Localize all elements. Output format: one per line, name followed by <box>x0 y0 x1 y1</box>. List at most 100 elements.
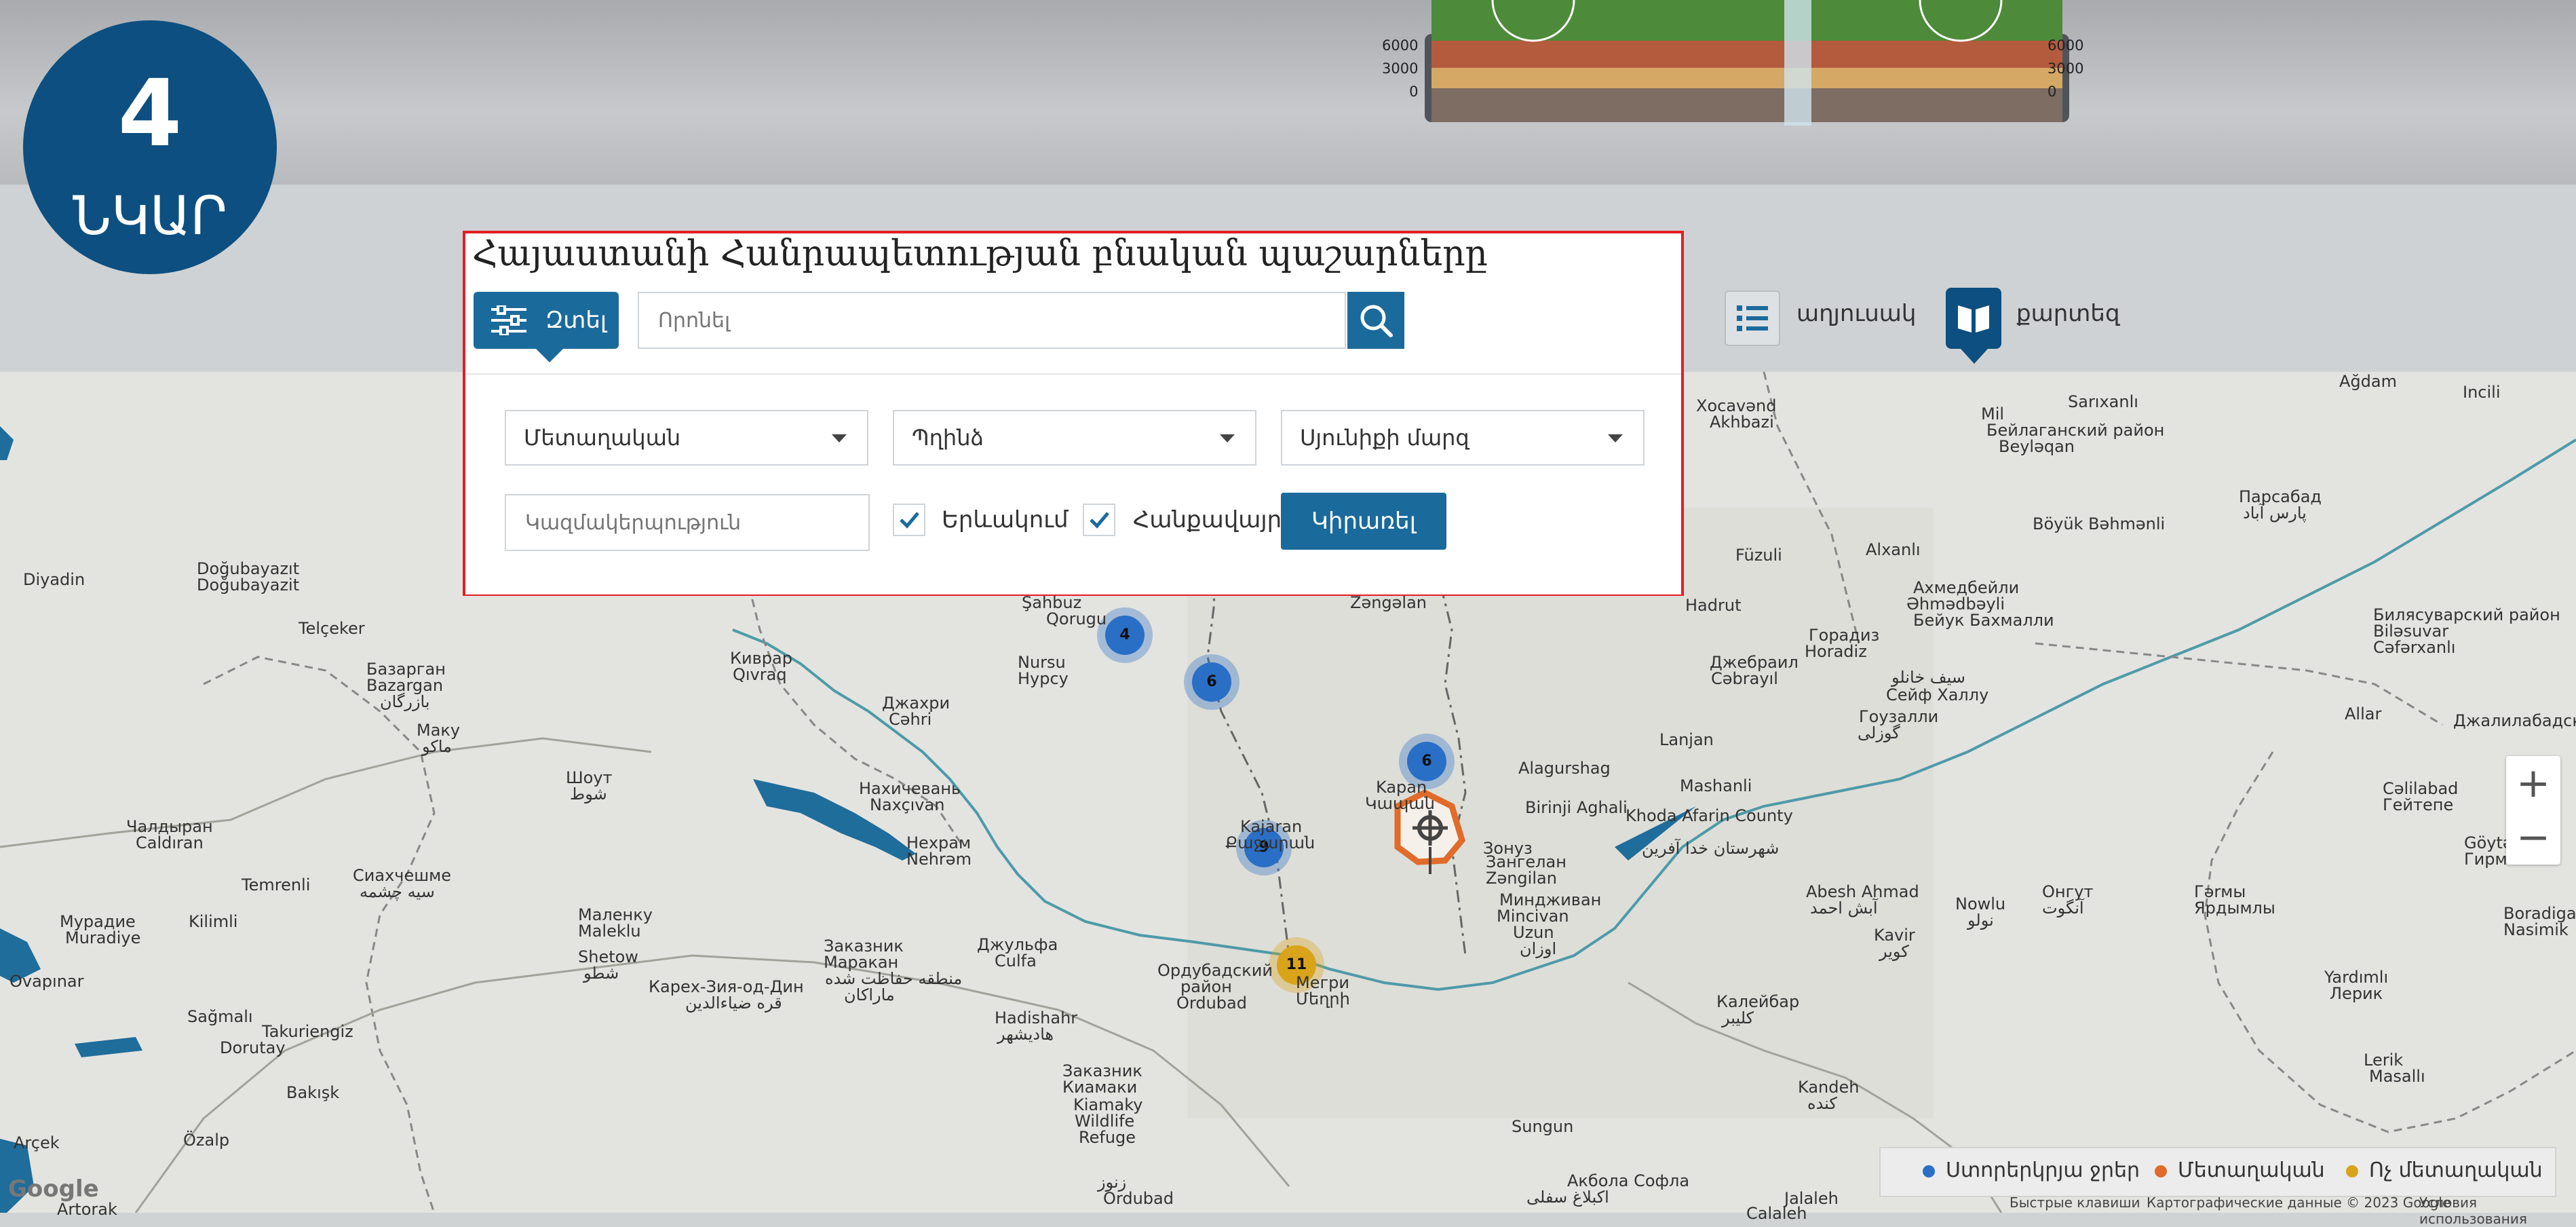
organization-input[interactable] <box>505 494 870 551</box>
search-button[interactable] <box>1347 292 1404 349</box>
scale-value: 6000 <box>2048 37 2084 54</box>
place-label: Refuge <box>1079 1128 1136 1147</box>
place-label: Incili <box>2463 383 2501 402</box>
place-label: نولو <box>1967 911 1994 930</box>
place-label: Bakışk <box>286 1083 340 1102</box>
place-label: Horadiz <box>1805 642 1867 661</box>
place-label: Ordubad <box>1176 994 1247 1013</box>
place-label: Nasimik <box>2503 920 2569 939</box>
occurrence-checkbox-label[interactable]: Երևակում <box>942 504 1069 536</box>
place-label: شهرستان خدا آفرین <box>1642 839 1780 858</box>
cluster-marker[interactable]: 4 <box>1105 616 1145 655</box>
place-label: Лерик <box>2330 984 2383 1003</box>
hero-banner: 6000 3000 0 6000 3000 0 <box>0 0 2576 185</box>
place-label: Qıvraq <box>733 665 787 684</box>
zoom-out-button[interactable]: − <box>2506 810 2560 865</box>
place-label: Alagurshag <box>1518 759 1611 778</box>
place-label: Lanjan <box>1659 730 1714 749</box>
cluster-marker[interactable]: 6 <box>1192 662 1231 702</box>
cluster-marker[interactable]: 6 <box>1407 742 1446 781</box>
place-label: هادیشهر <box>997 1025 1054 1044</box>
place-label: پارس آباد <box>2243 504 2307 523</box>
map-view-button[interactable] <box>1946 288 2001 364</box>
place-label: Zəngəlan <box>1350 593 1427 612</box>
place-label: Füzuli <box>1735 546 1782 565</box>
place-label: Culfa <box>995 951 1037 970</box>
place-label: Ovapınar <box>9 972 84 991</box>
place-label: Hadrut <box>1685 596 1742 615</box>
chevron-down-icon <box>1608 434 1623 442</box>
place-label: Cəbrayıl <box>1711 669 1778 688</box>
place-label: آبش احمد <box>1810 899 1878 918</box>
list-view-label[interactable]: աղյուսակ <box>1796 300 1916 327</box>
keyboard-shortcuts-link[interactable]: Быстрые клавиши <box>2010 1194 2140 1211</box>
search-input[interactable] <box>638 292 1346 349</box>
figure-badge: 4 ՆԿԱՐ <box>23 20 277 274</box>
place-label: Akhbazi <box>1710 413 1774 432</box>
mineral-value: Պղինձ <box>912 425 984 451</box>
filter-button[interactable]: Զտել <box>474 292 619 362</box>
chevron-down-icon <box>832 434 847 442</box>
place-label: سیف خانلو <box>1891 668 1965 687</box>
mineral-select[interactable]: Պղինձ <box>893 410 1256 466</box>
map-data-credit: Картографические данные © 2023 Google <box>2147 1194 2451 1211</box>
legend-label: Մետաղական <box>2178 1158 2325 1182</box>
place-label: Maleklu <box>578 922 641 941</box>
scale-value: 0 <box>1409 83 1419 100</box>
occurrence-checkbox[interactable] <box>893 504 925 536</box>
place-label: Киамаки <box>1062 1078 1138 1097</box>
zoom-in-button[interactable]: + <box>2506 756 2560 810</box>
panel-header: Հայաստանի Հանրապետության բնական պաշարներ… <box>465 233 1681 373</box>
terms-link[interactable]: Условия использования <box>2419 1194 2576 1227</box>
place-label: Özalp <box>183 1131 230 1150</box>
filter-panel: Հայաստանի Հանրապետության բնական պաշարներ… <box>463 231 1684 596</box>
zoom-control: + − <box>2506 756 2560 865</box>
place-label: Mashanli <box>1680 776 1752 795</box>
place-label: Kilimli <box>189 912 238 931</box>
page-title: Հայաստանի Հանրապետության բնական պաշարներ… <box>472 233 1488 274</box>
place-label: Temrenli <box>242 875 311 894</box>
place-label: Arçek <box>14 1133 60 1152</box>
place-label: Alxanlı <box>1866 540 1921 559</box>
place-label: Birinji Aghali <box>1525 798 1628 817</box>
place-label: Allar <box>2345 704 2382 723</box>
place-label: Бейук Бахмалли <box>1913 611 2054 630</box>
deposit-checkbox-label[interactable]: Հանքավայր <box>1133 504 1282 536</box>
scale-value: 3000 <box>2048 60 2084 77</box>
legend-dot-metallic <box>2155 1165 2167 1177</box>
sliders-icon <box>491 305 526 335</box>
place-label: Քաջարան <box>1225 833 1315 852</box>
list-icon <box>1737 305 1768 331</box>
region-select[interactable]: Սյունիքի մարզ <box>1281 410 1645 466</box>
list-view-button[interactable] <box>1725 290 1780 346</box>
place-label: Ярдымлы <box>2194 899 2275 918</box>
scale-value: 6000 <box>1382 37 1419 54</box>
resource-type-select[interactable]: Մետաղական <box>505 410 868 466</box>
deposit-checkbox[interactable] <box>1083 504 1115 536</box>
place-label: Doğubayazit <box>197 575 300 594</box>
checkmark-icon <box>900 512 919 529</box>
place-label: Diyadin <box>23 570 85 589</box>
place-label: Зонуз <box>1483 839 1533 858</box>
filter-button-label: Զտել <box>545 307 607 334</box>
place-label: Muradiye <box>65 928 141 947</box>
place-label: Caldıran <box>136 833 204 852</box>
place-label: Sarıxanlı <box>2068 392 2138 411</box>
place-label: Сейф Халлу <box>1886 685 1989 704</box>
place-label: کنده <box>1807 1094 1837 1113</box>
soil-cross-section-image <box>1425 0 2069 126</box>
legend-dot-non-metallic <box>2346 1165 2358 1177</box>
place-label: قره ضیاءالدین <box>685 994 782 1013</box>
place-label: Sungun <box>1512 1117 1574 1136</box>
resource-type-value: Մետաղական <box>524 425 681 451</box>
place-label: سیه چشمه <box>360 882 435 901</box>
place-label: Dorutay <box>220 1038 286 1057</box>
place-label: Sağmalı <box>187 1007 253 1026</box>
place-label: Qorugu <box>1046 609 1107 628</box>
filter-options: Մետաղական Պղինձ Սյունիքի մարզ Երևակում Հ… <box>465 373 1681 594</box>
place-label: ماراکان <box>844 985 895 1004</box>
apply-button[interactable]: Կիրառել <box>1281 493 1446 550</box>
map-view-label[interactable]: քարտեզ <box>2016 300 2120 327</box>
map-book-icon <box>1958 305 1989 333</box>
place-label: Khoda Afarin County <box>1626 806 1793 825</box>
